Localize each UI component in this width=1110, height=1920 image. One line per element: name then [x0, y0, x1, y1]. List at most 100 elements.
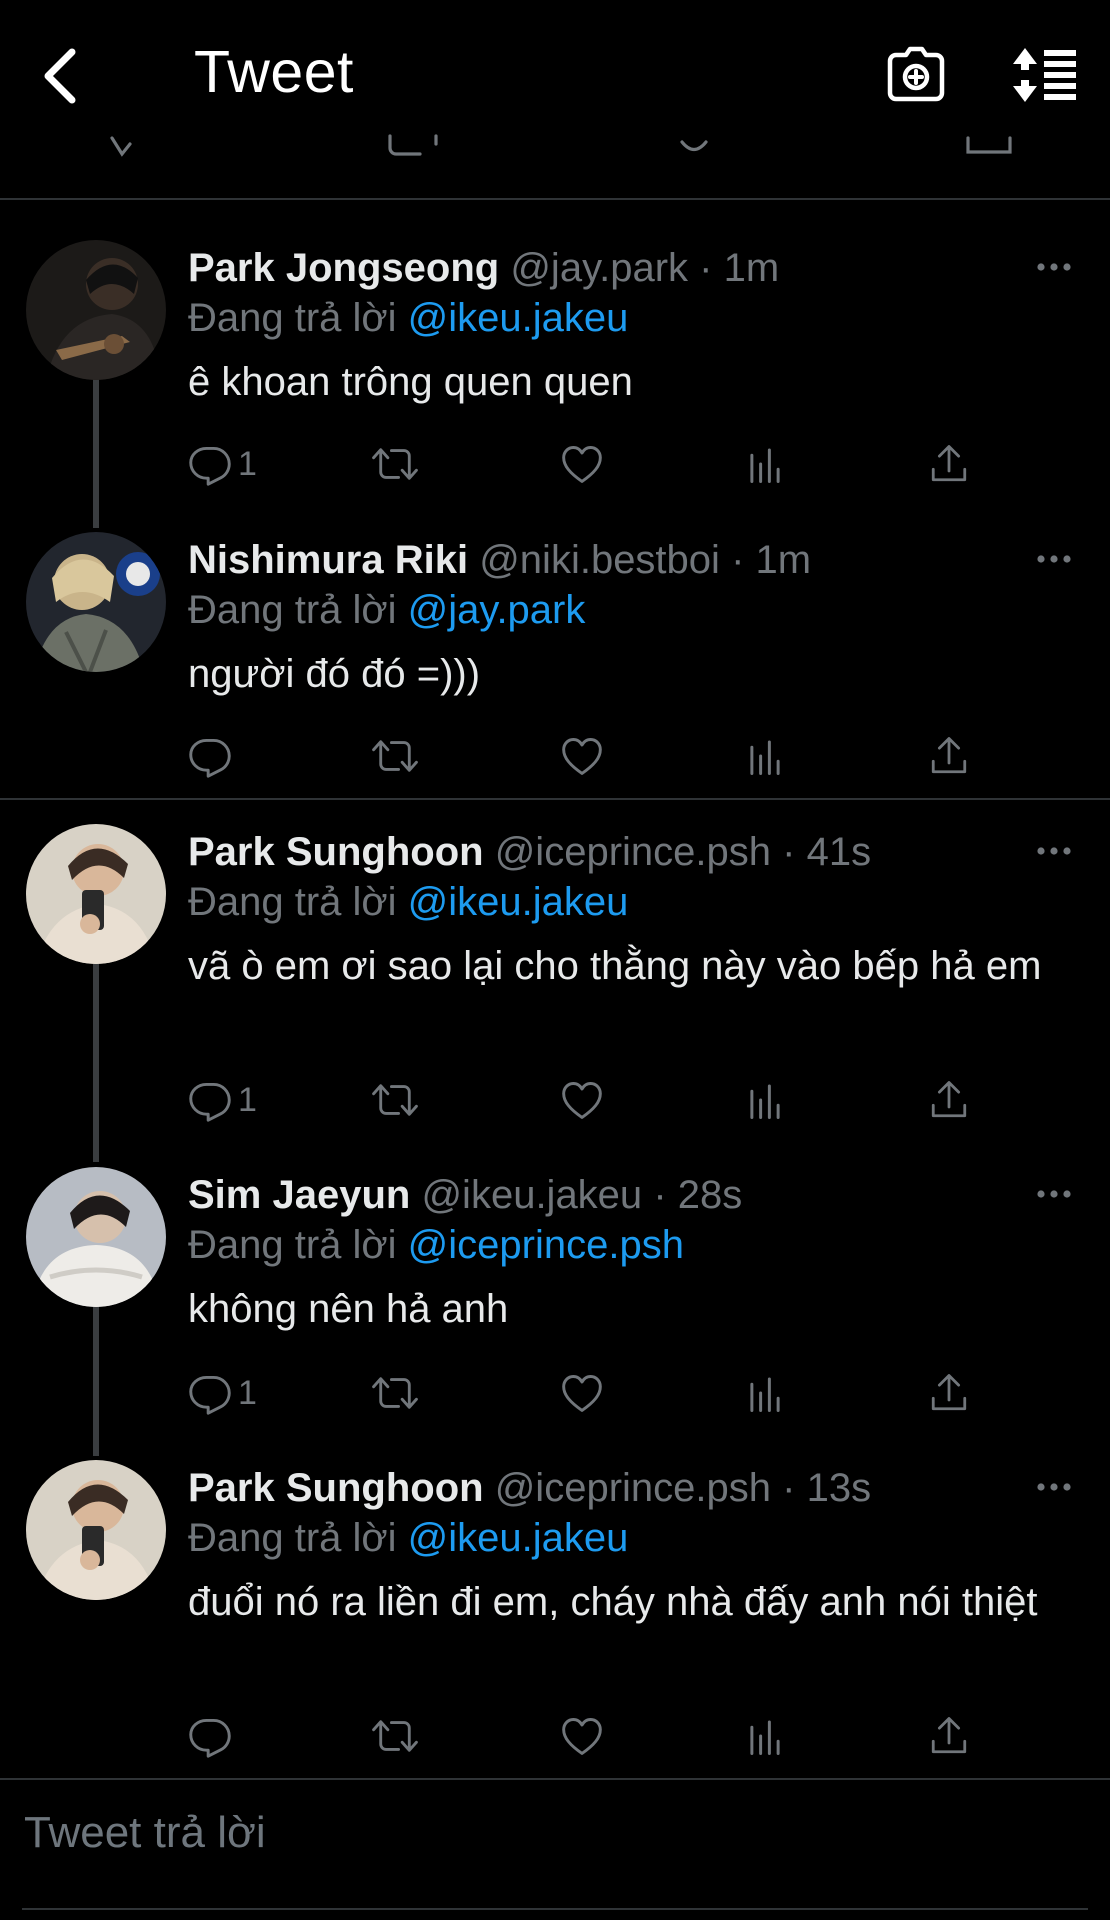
retweet-icon	[370, 1078, 420, 1122]
mention-link[interactable]: @iceprince.psh	[408, 1223, 684, 1267]
tweet-text: vã ò em ơi sao lại cho thằng này vào bếp…	[188, 944, 1042, 988]
retweet-icon	[370, 734, 420, 778]
retweet-icon	[370, 1371, 420, 1415]
tweet-header: Sim Jaeyun @ikeu.jakeu · 28s	[188, 1167, 742, 1223]
replying-to: Đang trả lời @ikeu.jakeu	[188, 290, 628, 346]
reply-count: 1	[238, 444, 257, 483]
retweet-button[interactable]	[370, 1072, 420, 1128]
author-name[interactable]: Park Sunghoon	[188, 1466, 484, 1510]
heart-icon	[560, 1078, 604, 1122]
tweet-text: người đó đó =)))	[188, 652, 481, 696]
like-button[interactable]	[560, 436, 604, 492]
avatar[interactable]	[26, 1460, 166, 1600]
retweet-button[interactable]	[370, 1708, 420, 1764]
reply-button[interactable]	[188, 1708, 238, 1764]
heart-icon	[560, 1714, 604, 1758]
author-name[interactable]: Sim Jaeyun	[188, 1173, 410, 1217]
share-button[interactable]	[928, 1072, 970, 1128]
replying-to: Đang trả lời @iceprince.psh	[188, 1217, 684, 1273]
chevron-left-icon	[44, 48, 76, 104]
tweet-time[interactable]: 1m	[756, 538, 812, 582]
sort-icon	[1013, 48, 1076, 102]
views-button[interactable]	[744, 1072, 786, 1128]
reply-button[interactable]: 1	[188, 1365, 257, 1421]
heart-icon	[560, 1371, 604, 1415]
more-options-button[interactable]	[1036, 836, 1072, 866]
heart-icon	[560, 442, 604, 486]
views-button[interactable]	[744, 436, 786, 492]
retweet-button[interactable]	[370, 728, 420, 784]
tweet-text: ê khoan trông quen quen	[188, 360, 633, 404]
views-button[interactable]	[744, 1365, 786, 1421]
mention-link[interactable]: @ikeu.jakeu	[408, 1516, 629, 1560]
share-button[interactable]	[928, 1708, 970, 1764]
avatar[interactable]	[26, 240, 166, 380]
tweet-actions: 1	[188, 1072, 988, 1128]
author-name[interactable]: Nishimura Riki	[188, 538, 468, 582]
camera-button[interactable]	[886, 46, 946, 104]
like-button[interactable]	[560, 1708, 604, 1764]
mention-link[interactable]: @ikeu.jakeu	[408, 296, 629, 340]
share-button[interactable]	[928, 436, 970, 492]
retweet-icon	[370, 442, 420, 486]
page-title: Tweet	[194, 39, 354, 105]
tweet-actions	[188, 728, 988, 784]
like-button[interactable]	[560, 728, 604, 784]
author-handle[interactable]: @iceprince.psh	[495, 830, 771, 874]
more-icon	[1036, 1188, 1072, 1200]
like-button[interactable]	[560, 1072, 604, 1128]
reply-button[interactable]: 1	[188, 436, 257, 492]
retweet-button[interactable]	[370, 1365, 420, 1421]
tweet-item[interactable]: Sim Jaeyun @ikeu.jakeu · 28s Đang trả lờ…	[0, 1165, 1110, 1435]
replying-to-label: Đang trả lời	[188, 296, 397, 340]
tweet-item[interactable]: Park Sunghoon @iceprince.psh · 41s Đang …	[0, 822, 1110, 1142]
avatar[interactable]	[26, 824, 166, 964]
reply-button[interactable]: 1	[188, 1072, 257, 1128]
author-handle[interactable]: @iceprince.psh	[495, 1466, 771, 1510]
tweet-time[interactable]: 1m	[724, 246, 780, 290]
more-icon	[1036, 553, 1072, 565]
avatar[interactable]	[26, 532, 166, 672]
like-button[interactable]	[560, 1365, 604, 1421]
author-handle[interactable]: @niki.bestboi	[479, 538, 720, 582]
tweet-item[interactable]: Nishimura Riki @niki.bestboi · 1m Đang t…	[0, 530, 1110, 790]
share-button[interactable]	[928, 1365, 970, 1421]
back-button[interactable]	[38, 44, 82, 108]
views-icon	[744, 442, 786, 486]
reply-count: 1	[238, 1373, 257, 1412]
reply-icon	[188, 442, 232, 486]
share-icon	[928, 734, 970, 778]
tweet-time[interactable]: 41s	[807, 830, 872, 874]
mention-link[interactable]: @ikeu.jakeu	[408, 880, 629, 924]
more-options-button[interactable]	[1036, 1179, 1072, 1209]
author-handle[interactable]: @ikeu.jakeu	[421, 1173, 642, 1217]
share-button[interactable]	[928, 728, 970, 784]
composer-underline	[22, 1908, 1088, 1910]
author-name[interactable]: Park Sunghoon	[188, 830, 484, 874]
sort-button[interactable]	[1010, 46, 1080, 104]
views-icon	[744, 1078, 786, 1122]
separator-dot: ·	[699, 246, 713, 290]
author-handle[interactable]: @jay.park	[510, 246, 688, 290]
separator-dot: ·	[653, 1173, 667, 1217]
share-icon	[928, 1371, 970, 1415]
reply-button[interactable]	[188, 728, 238, 784]
replying-to-label: Đang trả lời	[188, 880, 397, 924]
views-button[interactable]	[744, 728, 786, 784]
tweet-time[interactable]: 13s	[807, 1466, 872, 1510]
tweet-item[interactable]: Park Jongseong @jay.park · 1m Đang trả l…	[0, 238, 1110, 508]
tweet-header: Park Jongseong @jay.park · 1m	[188, 240, 779, 296]
avatar[interactable]	[26, 1167, 166, 1307]
more-options-button[interactable]	[1036, 1472, 1072, 1502]
tweet-time[interactable]: 28s	[678, 1173, 743, 1217]
more-options-button[interactable]	[1036, 252, 1072, 282]
author-name[interactable]: Park Jongseong	[188, 246, 499, 290]
retweet-button[interactable]	[370, 436, 420, 492]
mention-link[interactable]: @jay.park	[408, 588, 586, 632]
tweet-item[interactable]: Park Sunghoon @iceprince.psh · 13s Đang …	[0, 1458, 1110, 1768]
views-button[interactable]	[744, 1708, 786, 1764]
previous-tweet-actions	[0, 132, 1110, 160]
reply-input[interactable]	[22, 1802, 1086, 1864]
more-options-button[interactable]	[1036, 544, 1072, 574]
tweet-actions	[188, 1708, 988, 1764]
